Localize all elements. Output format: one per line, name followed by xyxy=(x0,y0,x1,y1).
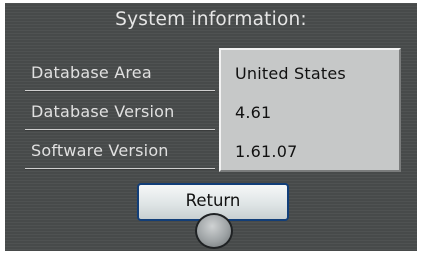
selector-knob-icon xyxy=(195,213,233,249)
software-version-value: 1.61.07 xyxy=(235,142,298,161)
database-area-value: United States xyxy=(235,64,346,83)
row-divider xyxy=(25,90,215,92)
return-button-label: Return xyxy=(185,191,241,210)
page-title: System information: xyxy=(115,9,307,30)
row-divider xyxy=(25,168,215,170)
database-area-label: Database Area xyxy=(31,63,152,82)
info-values-panel: United States 4.61 1.61.07 xyxy=(219,48,401,172)
row-divider xyxy=(25,129,215,131)
system-information-screen: System information: Database Area Databa… xyxy=(5,3,417,251)
software-version-label: Software Version xyxy=(31,141,169,160)
database-version-label: Database Version xyxy=(31,102,175,121)
database-version-value: 4.61 xyxy=(235,103,272,122)
